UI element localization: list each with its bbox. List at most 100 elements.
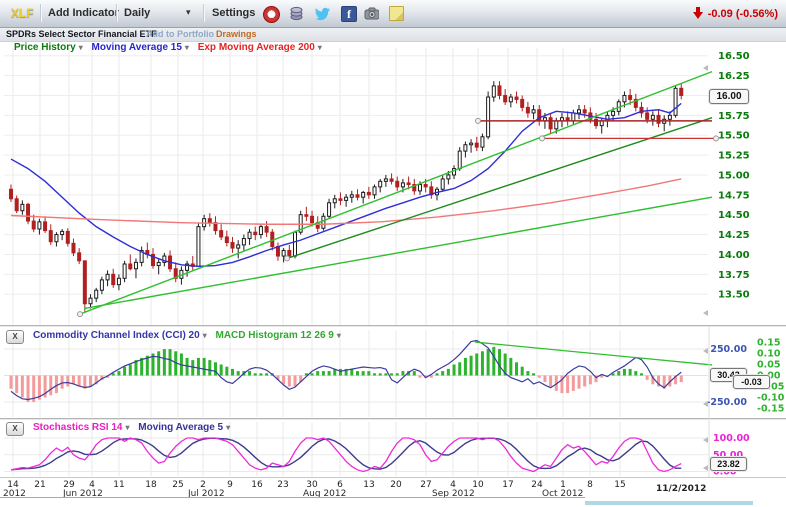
macd-axis-label: 0.10 — [757, 349, 781, 360]
candle-body — [133, 261, 138, 270]
candle-body — [400, 182, 405, 188]
macd-bar — [475, 353, 479, 376]
date-tick-label: 8 — [587, 480, 593, 490]
candle-body — [88, 297, 93, 305]
date-tick-label: 18 — [145, 480, 157, 490]
chevron-down-icon[interactable]: ▾ — [337, 331, 341, 340]
macd-bar — [634, 371, 638, 376]
candle-body — [673, 87, 678, 116]
price-axis-label: 14.00 — [718, 250, 750, 261]
macd-bar — [577, 375, 581, 389]
date-tick-label: 15 — [614, 480, 625, 490]
candle-body — [258, 226, 263, 236]
price-axis-label: 16.50 — [718, 51, 750, 62]
candle-body — [457, 150, 462, 170]
candle-body — [105, 273, 110, 281]
candle-body — [469, 142, 474, 146]
price-axis-label: 15.75 — [718, 111, 750, 122]
candle-body — [417, 183, 422, 192]
indicator-moving-average-15[interactable]: Moving Average 15 — [92, 42, 182, 53]
candle-body — [332, 198, 337, 204]
macd-axis-label: -0.10 — [757, 393, 785, 404]
macd-bar — [645, 375, 649, 380]
macd-bar — [480, 351, 484, 376]
stoch-axis-label: 100.00 — [713, 433, 750, 444]
macd-bar — [54, 375, 58, 394]
macd-bar — [373, 373, 377, 376]
candle-body — [236, 244, 241, 249]
candle-body — [253, 231, 258, 236]
candle-body — [622, 94, 627, 103]
macd-axis-label: 0.15 — [757, 338, 780, 349]
candle-body — [645, 112, 650, 120]
candle-body — [383, 178, 388, 182]
indicator-cci-20[interactable]: Commodity Channel Index (CCI) 20 — [33, 330, 200, 341]
price-panel-header: Price History ▾ Moving Average 15 ▾ Exp Mo… — [14, 42, 328, 53]
candle-body — [122, 263, 127, 279]
indicator-stochastics-rsi-14[interactable]: Stochastics RSI 14 — [33, 422, 122, 433]
candle-body — [571, 112, 576, 122]
candle-body — [548, 117, 553, 130]
axis-marker-icon — [703, 310, 708, 316]
macd-bar — [225, 366, 229, 376]
macd-bar — [282, 375, 286, 385]
macd-bar — [622, 368, 626, 376]
candle-body — [440, 178, 445, 190]
chevron-down-icon[interactable]: ▾ — [226, 423, 230, 432]
candle-body — [525, 106, 530, 114]
axis-marker-icon — [703, 465, 708, 471]
candle-body — [156, 261, 161, 267]
macd-bar — [117, 371, 121, 376]
macd-bar — [71, 375, 75, 385]
candle-body — [361, 191, 366, 198]
indicator-moving-average-5[interactable]: Moving Average 5 — [138, 422, 223, 433]
price-axis-label: 15.00 — [718, 170, 750, 181]
date-tick-label: 9 — [227, 480, 233, 490]
candle-body — [582, 109, 587, 114]
candle-body — [219, 230, 224, 238]
candle-body — [241, 238, 246, 246]
indicator-exp-moving-average-200[interactable]: Exp Moving Average 200 — [198, 42, 315, 53]
macd-bar — [327, 371, 331, 376]
candle-body — [372, 186, 377, 196]
price-axis-label: 14.50 — [718, 210, 750, 221]
macd-bar — [49, 375, 53, 396]
macd-bar — [236, 371, 240, 376]
indicator-macd-histogram[interactable]: MACD Histogram 12 26 9 — [215, 330, 333, 341]
candle-body — [26, 203, 31, 222]
chevron-down-icon[interactable]: ▾ — [203, 331, 207, 340]
macd-bar — [515, 362, 519, 376]
macd-bar — [162, 349, 166, 376]
candle-body — [508, 96, 513, 103]
candle-body — [99, 279, 104, 291]
candle-body — [321, 215, 326, 229]
macd-bar — [168, 349, 172, 376]
cci-axis-label: 250.00 — [710, 344, 747, 355]
chevron-down-icon[interactable]: ▾ — [185, 43, 189, 52]
macd-bar — [549, 375, 553, 387]
chevron-down-icon[interactable]: ▾ — [125, 423, 129, 432]
macd-bar — [384, 373, 388, 376]
candle-body — [20, 203, 25, 212]
candle-body — [60, 230, 65, 236]
close-cci-panel-button[interactable]: X — [6, 330, 24, 344]
close-stoch-panel-button[interactable]: X — [6, 422, 24, 436]
overlay-line — [10, 102, 682, 268]
chevron-down-icon[interactable]: ▾ — [318, 43, 322, 52]
current-price-box: 16.00 — [709, 89, 749, 104]
chevron-down-icon[interactable]: ▾ — [79, 43, 83, 52]
macd-bar — [355, 371, 359, 376]
macd-bar — [469, 355, 473, 376]
drawing-handle — [77, 311, 83, 318]
indicator-price-history[interactable]: Price History — [14, 42, 76, 53]
macd-bar — [66, 375, 70, 387]
price-axis-label: 16.25 — [718, 71, 750, 82]
macd-bar — [492, 346, 496, 376]
macd-bar — [213, 362, 217, 376]
candle-body — [310, 215, 315, 224]
date-tick-label: 16 — [251, 480, 263, 490]
macd-bar — [520, 366, 524, 376]
candle-body — [491, 85, 496, 98]
macd-bar — [157, 351, 161, 376]
macd-bar — [441, 371, 445, 376]
